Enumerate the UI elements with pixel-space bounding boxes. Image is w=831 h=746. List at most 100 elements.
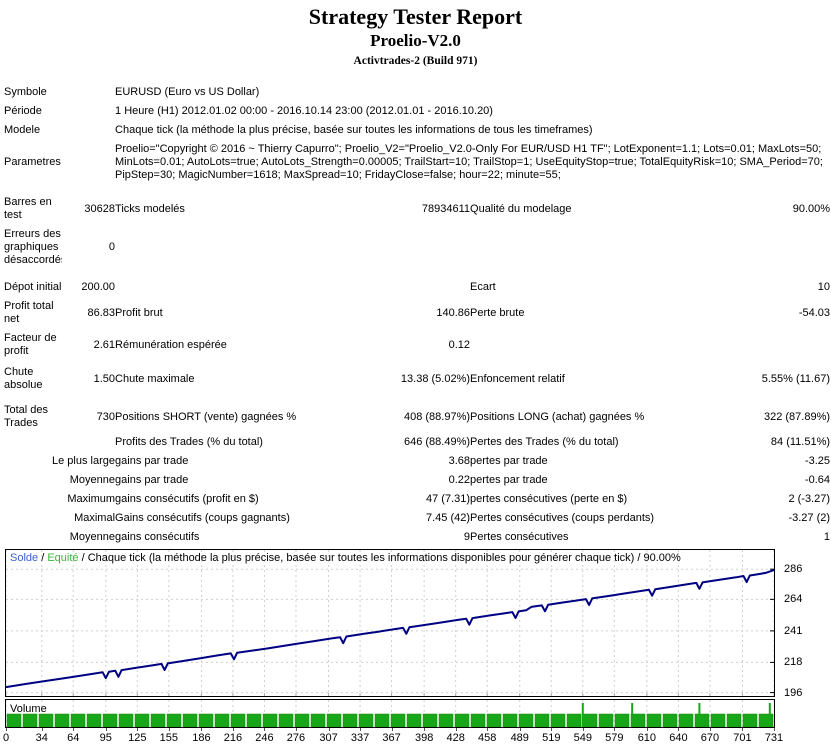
row-label: Rémunération espérée xyxy=(115,329,355,361)
y-axis-tick-label: 218 xyxy=(784,656,802,668)
equity-curve xyxy=(6,570,774,687)
legend-separator-1: / xyxy=(38,552,47,564)
x-tick-mark xyxy=(73,728,74,731)
row-text: Proelio="Copyright © 2016 ~ Thierry Capu… xyxy=(115,140,830,185)
row-value: 30628 xyxy=(62,193,115,225)
equity-chart-svg xyxy=(5,549,775,697)
table-row: Profits des Trades (% du total)646 (88.4… xyxy=(4,433,830,452)
table-row xyxy=(4,270,830,278)
x-tick-mark xyxy=(774,728,775,731)
balance-chart: Solde / Equité / Chaque tick (la méthode… xyxy=(5,549,831,697)
volume-bar xyxy=(23,714,37,727)
row-label: Enfoncement relatif xyxy=(470,363,710,395)
legend-equite: Equité xyxy=(47,552,78,564)
row-value: 730 xyxy=(62,401,115,433)
row-text: Chaque tick (la méthode la plus précise,… xyxy=(115,121,830,140)
legend-separator-2: / xyxy=(79,552,88,564)
volume-bar xyxy=(423,714,437,727)
volume-bar xyxy=(695,714,709,727)
row-value: 47 (7.31) xyxy=(355,490,470,509)
row-value: 90.00% xyxy=(710,193,830,225)
row-value: 140.86 xyxy=(355,297,470,329)
chart-border xyxy=(6,550,775,697)
row-value: 9 xyxy=(355,528,470,547)
x-tick-mark xyxy=(264,728,265,731)
row-label: pertes par trade xyxy=(470,471,710,490)
row-value: 0 xyxy=(62,225,115,270)
row-value: 2 (-3.27) xyxy=(710,490,830,509)
row-label: Maximal xyxy=(4,509,115,528)
row-label: pertes consécutives (perte en $) xyxy=(470,490,710,509)
volume-spike xyxy=(769,703,771,727)
table-row: Profit total net86.83Profit brut140.86Pe… xyxy=(4,297,830,329)
row-label: Dépot initial xyxy=(4,278,62,297)
row-label: Profits des Trades (% du total) xyxy=(115,433,355,452)
volume-bar xyxy=(327,714,341,727)
row-value: 408 (88.97%) xyxy=(355,401,470,433)
volume-bar xyxy=(263,714,277,727)
table-row: ModeleChaque tick (la méthode la plus pr… xyxy=(4,121,830,140)
volume-bar xyxy=(487,714,501,727)
x-tick-mark xyxy=(329,728,330,731)
row-label xyxy=(470,225,710,270)
volume-bar xyxy=(7,714,21,727)
spacer-cell xyxy=(4,185,830,193)
y-axis-tick-label: 264 xyxy=(784,593,802,605)
volume-bar xyxy=(247,714,261,727)
x-tick-mark xyxy=(456,728,457,731)
row-value: 2.61 xyxy=(62,329,115,361)
legend-solde: Solde xyxy=(10,552,38,564)
volume-bar xyxy=(167,714,181,727)
table-row: Chute absolue1.50Chute maximale13.38 (5.… xyxy=(4,363,830,395)
row-label: Pertes consécutives (coups perdants) xyxy=(470,509,710,528)
table-row: SymboleEURUSD (Euro vs US Dollar) xyxy=(4,83,830,102)
volume-panel: Volume xyxy=(5,699,831,728)
table-row: MaximalGains consécutifs (coups gagnants… xyxy=(4,509,830,528)
y-axis-tick-label: 286 xyxy=(784,563,802,575)
row-value: 7.45 (42) xyxy=(355,509,470,528)
x-tick-mark xyxy=(233,728,234,731)
page-title: Strategy Tester Report xyxy=(0,4,831,30)
volume-bar xyxy=(439,714,453,727)
strategy-name: Proelio-V2.0 xyxy=(0,31,831,51)
volume-bar xyxy=(407,714,421,727)
volume-bar xyxy=(711,714,725,727)
table-row: Le plus largegains par trade3.68pertes p… xyxy=(4,452,830,471)
volume-bar xyxy=(503,714,517,727)
volume-bar xyxy=(87,714,101,727)
row-label: Pertes des Trades (% du total) xyxy=(470,433,710,452)
volume-bar xyxy=(583,714,597,727)
row-label: Modele xyxy=(4,121,115,140)
row-label: Le plus large xyxy=(4,452,115,471)
row-value: 1 xyxy=(710,528,830,547)
volume-bar xyxy=(551,714,565,727)
table-row: Maximumgains consécutifs (profit en $)47… xyxy=(4,490,830,509)
volume-spike xyxy=(582,703,584,727)
row-label: Positions LONG (achat) gagnées % xyxy=(470,401,710,433)
row-label xyxy=(115,278,355,297)
row-value: -0.64 xyxy=(710,471,830,490)
x-tick-mark xyxy=(169,728,170,731)
volume-bar xyxy=(471,714,485,727)
row-label xyxy=(470,329,710,361)
table-row: ParametresProelio="Copyright © 2016 ~ Th… xyxy=(4,140,830,185)
legend-description: Chaque tick (la méthode la plus précise,… xyxy=(88,552,681,564)
volume-bar xyxy=(599,714,613,727)
volume-bar xyxy=(199,714,213,727)
y-axis-tick-label: 196 xyxy=(784,687,802,699)
row-value xyxy=(355,278,470,297)
table-row: Total des Trades730Positions SHORT (vent… xyxy=(4,401,830,433)
x-tick-mark xyxy=(647,728,648,731)
row-value: 5.55% (11.67) xyxy=(710,363,830,395)
volume-bar xyxy=(295,714,309,727)
row-label: Pertes consécutives xyxy=(470,528,710,547)
row-value: 86.83 xyxy=(62,297,115,329)
volume-bar xyxy=(455,714,469,727)
report-table: SymboleEURUSD (Euro vs US Dollar)Période… xyxy=(4,83,830,547)
x-tick-mark xyxy=(106,728,107,731)
table-row: Barres en test30628Ticks modelés78934611… xyxy=(4,193,830,225)
volume-bar xyxy=(231,714,245,727)
y-axis-tick-label: 241 xyxy=(784,625,802,637)
row-label: Perte brute xyxy=(470,297,710,329)
volume-bar xyxy=(103,714,117,727)
